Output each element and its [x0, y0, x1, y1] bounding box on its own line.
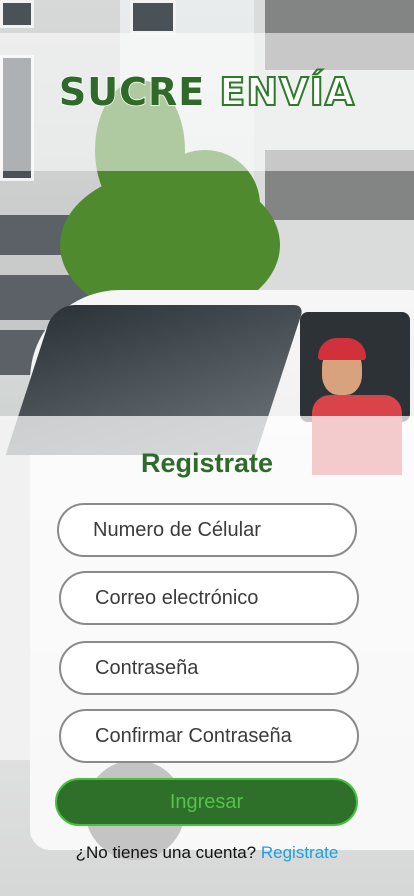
password-input[interactable]: [93, 655, 357, 681]
submit-button[interactable]: Ingresar: [55, 778, 358, 826]
confirm-password-input[interactable]: [93, 723, 357, 749]
footer-question: ¿No tienes una cuenta?: [75, 843, 257, 862]
confirm-password-field[interactable]: [59, 709, 359, 763]
email-input[interactable]: [93, 585, 357, 611]
app-logo-title: SUCRE ENVÍA: [0, 69, 414, 115]
form-title: Registrate: [140, 448, 274, 478]
phone-field[interactable]: [57, 503, 357, 557]
brand-word-sucre: SUCRE: [58, 69, 206, 115]
brand-word-envia: ENVÍA: [218, 69, 356, 115]
register-link[interactable]: Registrate: [261, 843, 338, 862]
footer-prompt: ¿No tienes una cuenta? Registrate: [0, 843, 414, 863]
phone-input[interactable]: [91, 517, 355, 543]
password-field[interactable]: [59, 641, 359, 695]
email-field[interactable]: [59, 571, 359, 625]
